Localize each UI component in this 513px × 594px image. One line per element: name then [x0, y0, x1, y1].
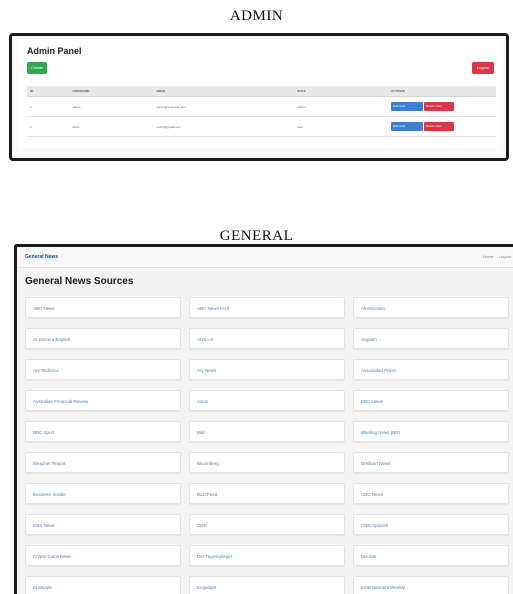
- table-row: 2 user1 user1@gmail.com user Edit User De…: [27, 116, 496, 137]
- news-source-card[interactable]: Australian Financial Review: [25, 390, 181, 411]
- news-source-card[interactable]: BBC News: [353, 390, 509, 411]
- news-source-card[interactable]: El Mundo: [25, 576, 181, 594]
- table-row: 1 admin admin@example.com admin Edit Use…: [27, 96, 496, 117]
- news-source-card[interactable]: CNN Spanish: [353, 514, 509, 535]
- news-source-card[interactable]: Die Zeit: [353, 545, 509, 566]
- news-source-grid: ABC News ABC News (AU) Aftenposten Al Jazee…: [25, 297, 511, 594]
- col-header-role: ROLE: [294, 86, 389, 97]
- news-source-card[interactable]: ABC News: [25, 297, 181, 318]
- navbar-brand[interactable]: General News: [25, 254, 58, 260]
- news-source-card[interactable]: Bleacher Report: [25, 452, 181, 473]
- news-source-card[interactable]: Crypto Coins News: [25, 545, 181, 566]
- logout-button[interactable]: Logout: [472, 62, 494, 74]
- cell-role: user: [294, 116, 389, 137]
- news-source-card[interactable]: Business Insider: [25, 483, 181, 504]
- cell-role: admin: [294, 96, 389, 117]
- cell-actions: Edit User Delete User: [388, 96, 496, 117]
- news-source-card[interactable]: Engadget: [189, 576, 345, 594]
- cell-id: 1: [27, 96, 70, 117]
- navbar-links: Home Logout: [479, 254, 511, 259]
- news-source-card[interactable]: Aftenposten: [353, 297, 509, 318]
- news-source-card[interactable]: Argaam: [353, 328, 509, 349]
- general-screenshot: General News Home Logout General News So…: [14, 244, 513, 594]
- news-source-card[interactable]: Der Tagesspiegel: [189, 545, 345, 566]
- navbar: General News Home Logout: [17, 247, 513, 268]
- admin-panel: Admin Panel Create Logout ID USERNAME EM…: [18, 40, 500, 148]
- news-source-card[interactable]: ANSA.it: [189, 328, 345, 349]
- edit-user-button[interactable]: Edit User: [391, 102, 424, 111]
- cell-email: admin@example.com: [153, 96, 295, 117]
- admin-caption: ADMIN: [229, 8, 284, 24]
- news-source-card[interactable]: Entertainment Weekly: [353, 576, 509, 594]
- news-source-card[interactable]: CBC News: [353, 483, 509, 504]
- cell-username: user1: [69, 116, 154, 137]
- cell-email: user1@gmail.com: [153, 116, 295, 137]
- general-caption: GENERAL: [219, 228, 294, 244]
- news-source-card[interactable]: Bloomberg: [189, 452, 345, 473]
- news-source-card[interactable]: Breitbart News: [353, 452, 509, 473]
- col-header-username: USERNAME: [69, 86, 154, 97]
- news-source-card[interactable]: Ary News: [189, 359, 345, 380]
- news-source-card[interactable]: CNN: [189, 514, 345, 535]
- news-source-card[interactable]: CBS News: [25, 514, 181, 535]
- create-button[interactable]: Create: [27, 62, 47, 74]
- cell-id: 2: [27, 116, 70, 137]
- page-title: General News Sources: [25, 276, 134, 287]
- news-source-card[interactable]: Bild: [189, 421, 345, 442]
- col-header-id: ID: [27, 86, 70, 97]
- table-header-row: ID USERNAME EMAIL ROLE ACTIONS: [27, 86, 496, 97]
- news-source-card[interactable]: Blasting News (BR): [353, 421, 509, 442]
- news-source-card[interactable]: Axios: [189, 390, 345, 411]
- cell-username: admin: [69, 96, 154, 117]
- col-header-actions: ACTIONS: [388, 86, 496, 97]
- nav-link-logout[interactable]: Logout: [499, 254, 511, 259]
- users-table: ID USERNAME EMAIL ROLE ACTIONS 1 admin a…: [27, 86, 496, 137]
- news-source-card[interactable]: Associated Press: [353, 359, 509, 380]
- news-source-card[interactable]: ABC News (AU): [189, 297, 345, 318]
- admin-screenshot: Admin Panel Create Logout ID USERNAME EM…: [9, 33, 509, 161]
- edit-user-button[interactable]: Edit User: [391, 122, 424, 131]
- news-source-card[interactable]: Al Jazeera English: [25, 328, 181, 349]
- admin-title: Admin Panel: [27, 46, 82, 56]
- cell-actions: Edit User Delete User: [388, 116, 496, 137]
- nav-link-home[interactable]: Home: [483, 254, 494, 259]
- delete-user-button[interactable]: Delete User: [424, 122, 455, 131]
- delete-user-button[interactable]: Delete User: [424, 102, 455, 111]
- col-header-email: EMAIL: [153, 86, 295, 97]
- news-source-card[interactable]: BuzzFeed: [189, 483, 345, 504]
- news-source-card[interactable]: Ars Technica: [25, 359, 181, 380]
- news-source-card[interactable]: BBC Sport: [25, 421, 181, 442]
